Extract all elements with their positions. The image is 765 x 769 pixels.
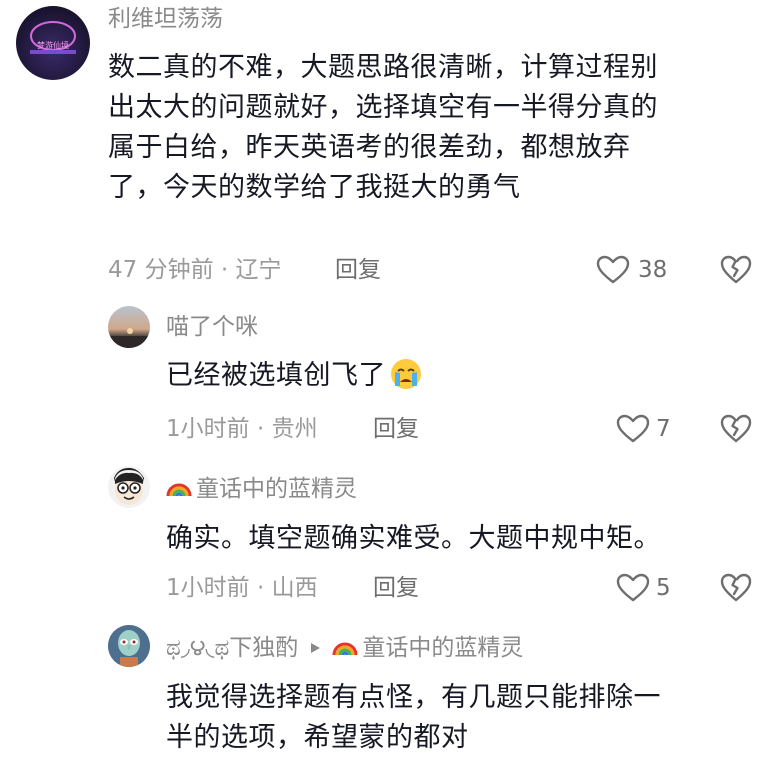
reply-arrow-icon — [311, 643, 321, 653]
broken-heart-icon[interactable] — [720, 573, 752, 603]
reply-to-username[interactable]: 童话中的蓝精灵 — [362, 635, 523, 661]
crying-face-icon — [391, 359, 421, 389]
sunset-photo-icon — [108, 328, 150, 348]
rainbow-icon — [332, 642, 358, 656]
like-count: 7 — [656, 416, 671, 442]
comment-line: 了，今天的数学给了我挺大的勇气 — [108, 172, 521, 203]
username[interactable]: ಥ◞౪◟ಥ下独酌 — [166, 635, 298, 661]
reply-button[interactable]: 回复 — [373, 414, 419, 444]
comment-text: 确实。填空题确实难受。大题中规中矩。 — [166, 523, 661, 554]
avatar-label: 梦游仙境 — [37, 40, 69, 50]
comment-line: 半的选项，希望蒙的都对 — [166, 722, 469, 753]
rainbow-icon — [166, 483, 192, 497]
heart-icon[interactable] — [596, 255, 630, 285]
username-text: 童话中的蓝精灵 — [196, 476, 357, 502]
like-count: 38 — [638, 257, 668, 283]
heart-icon[interactable] — [616, 573, 650, 603]
avatar-image-icon: 梦游仙境 — [30, 21, 76, 54]
cartoon-face-icon — [114, 468, 144, 505]
reply-button[interactable]: 回复 — [335, 255, 381, 285]
comment-text: 已经被选填创飞了 — [166, 356, 422, 396]
timestamp-location: 47 分钟前 · 辽宁 — [108, 257, 282, 283]
timestamp-location: 1小时前 · 山西 — [166, 575, 318, 601]
timestamp-location: 1小时前 · 贵州 — [166, 416, 318, 442]
username[interactable]: 喵了个咪 — [166, 312, 258, 342]
comment-line: 出太大的问题就好，选择填空有一半得分真的 — [108, 92, 658, 123]
username[interactable]: 童话中的蓝精灵 — [166, 474, 357, 504]
avatar[interactable] — [108, 306, 150, 348]
comment-line: 数二真的不难，大题思路很清晰，计算过程别 — [108, 52, 658, 83]
squidward-avatar-icon — [108, 625, 150, 667]
heart-icon[interactable] — [616, 414, 650, 444]
username-row: ಥ◞౪◟ಥ下独酌 童话中的蓝精灵 — [166, 633, 523, 663]
comment-text: 数二真的不难，大题思路很清晰，计算过程别 出太大的问题就好，选择填空有一半得分真… — [108, 48, 658, 208]
reply-button[interactable]: 回复 — [373, 573, 419, 603]
comment-text: 我觉得选择题有点怪，有几题只能排除一 半的选项，希望蒙的都对 — [166, 678, 661, 758]
comment-line: 我觉得选择题有点怪，有几题只能排除一 — [166, 682, 661, 713]
avatar[interactable] — [108, 466, 150, 508]
avatar[interactable]: 梦游仙境 — [16, 6, 90, 80]
comment-line: 属于白给，昨天英语考的很差劲，都想放弃 — [108, 132, 631, 163]
like-count: 5 — [656, 575, 671, 601]
comment-line: 已经被选填创飞了 — [166, 360, 386, 391]
broken-heart-icon[interactable] — [720, 255, 752, 285]
broken-heart-icon[interactable] — [720, 414, 752, 444]
username[interactable]: 利维坦荡荡 — [108, 4, 223, 34]
avatar[interactable] — [108, 625, 150, 667]
